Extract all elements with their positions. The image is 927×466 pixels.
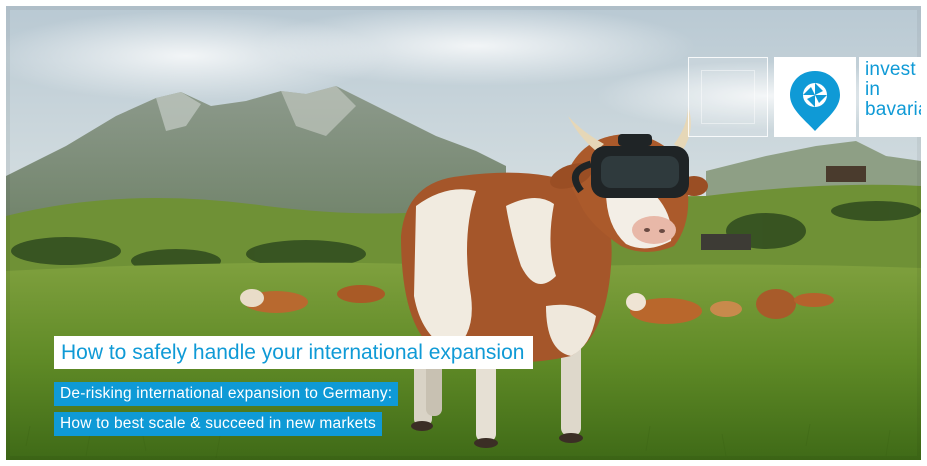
invest-in-bavaria-logo: invest in bavaria bbox=[859, 57, 921, 137]
headline-box: How to safely handle your international … bbox=[54, 336, 534, 369]
seal-emblem-icon bbox=[688, 57, 768, 137]
subtitle-box-1: De-risking international expansion to Ge… bbox=[54, 382, 399, 406]
brand-line-1: invest bbox=[865, 59, 916, 80]
subtitle-line-1: De-risking international expansion to Ge… bbox=[60, 385, 393, 402]
brand-line-2: in bbox=[865, 79, 881, 100]
hero-banner: invest in bavaria How to safely handle y… bbox=[6, 6, 921, 460]
brand-line-3: bavaria bbox=[865, 99, 921, 120]
subtitle-line-2: How to best scale & succeed in new marke… bbox=[60, 415, 376, 432]
headline-text: How to safely handle your international … bbox=[61, 340, 525, 364]
camera-aperture-pin-icon bbox=[774, 57, 856, 137]
subtitle-box-2: How to best scale & succeed in new marke… bbox=[54, 412, 382, 436]
aperture-pin-glyph bbox=[790, 71, 840, 131]
